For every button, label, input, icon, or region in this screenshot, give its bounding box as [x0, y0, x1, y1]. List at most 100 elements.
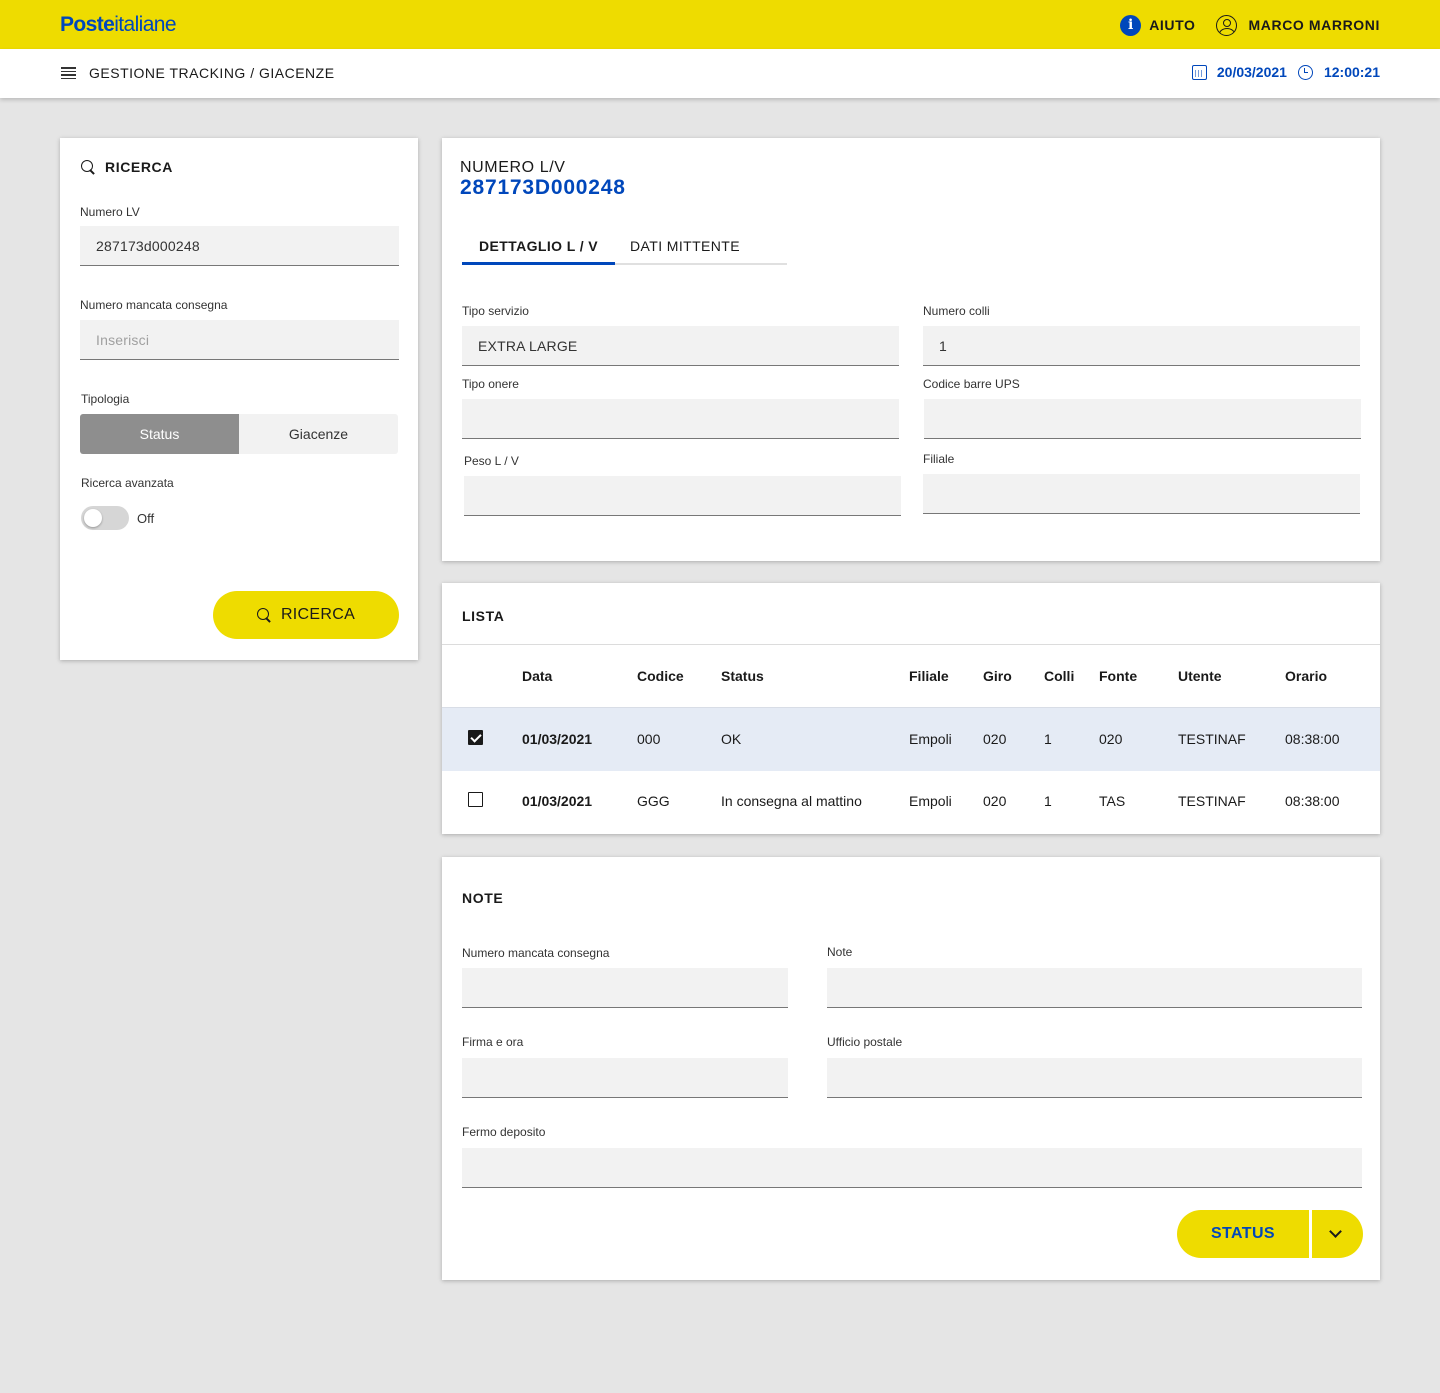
note-panel: NOTE Numero mancata consegna Note Firma … [442, 857, 1380, 1280]
cell-fonte: TAS [1099, 793, 1126, 809]
cell-giro: 020 [983, 793, 1007, 809]
ricerca-avanzata-label: Ricerca avanzata [81, 476, 174, 490]
row-checkbox[interactable] [468, 792, 483, 807]
cell-codice: GGG [637, 793, 670, 809]
info-icon[interactable]: i [1120, 14, 1142, 36]
numero-colli-field[interactable]: 1 [923, 326, 1360, 366]
codice-barre-label: Codice barre UPS [923, 377, 1020, 391]
column-header-orario[interactable]: Orario [1285, 645, 1380, 707]
detail-panel: NUMERO L/V 287173D000248 DETTAGLIO L / V… [442, 138, 1380, 561]
lista-table: Data Codice Status Filiale Giro Colli Fo… [442, 645, 1380, 831]
note-label: Note [827, 945, 853, 959]
column-header-filiale[interactable]: Filiale [909, 645, 983, 707]
tab-dettaglio-lv[interactable]: DETTAGLIO L / V [462, 226, 615, 266]
tipo-servizio-label: Tipo servizio [462, 304, 529, 318]
hamburger-menu-icon[interactable] [61, 67, 76, 79]
cell-data: 01/03/2021 [522, 793, 593, 809]
top-right-actions: i AIUTO MARCO MARRONI [1120, 14, 1380, 36]
numero-lv-label: Numero LV [80, 205, 140, 219]
cell-data: 01/03/2021 [522, 731, 593, 748]
row-checkbox-checked[interactable] [468, 730, 483, 746]
note-mancata-field[interactable] [462, 968, 788, 1008]
tipologia-label: Tipologia [81, 392, 130, 406]
search-icon [256, 607, 272, 623]
peso-label: Peso L / V [464, 454, 519, 468]
cell-colli: 1 [1044, 731, 1052, 748]
search-panel: RICERCA Numero LV 287173d000248 Numero m… [60, 138, 418, 660]
search-icon [81, 159, 96, 175]
tipo-servizio-field[interactable]: EXTRA LARGE [462, 326, 899, 366]
status-dropdown-toggle[interactable] [1312, 1210, 1363, 1258]
cell-fonte: 020 [1099, 731, 1123, 748]
ricerca-button[interactable]: RICERCA [213, 591, 399, 639]
current-date: 20/03/2021 [1216, 64, 1287, 80]
firma-ora-label: Firma e ora [462, 1035, 524, 1049]
user-name[interactable]: MARCO MARRONI [1249, 17, 1380, 33]
alarm-clock-icon [1297, 64, 1313, 80]
search-panel-title: RICERCA [105, 159, 173, 175]
tipologia-segmented-control: Status Giacenze [80, 414, 398, 454]
cell-utente: TESTINAF [1178, 793, 1246, 809]
table-row[interactable]: 01/03/2021 GGG In consegna al mattino Em… [442, 771, 1380, 831]
numero-colli-label: Numero colli [923, 304, 990, 318]
tipo-onere-label: Tipo onere [462, 377, 519, 391]
help-link[interactable]: AIUTO [1149, 17, 1195, 33]
status-button[interactable]: STATUS [1177, 1210, 1309, 1258]
column-header-fonte[interactable]: Fonte [1099, 645, 1178, 707]
date-time-display: 20/03/2021 12:00:21 [1191, 64, 1380, 80]
lista-panel: LISTA Data Codice Status Filiale Giro Co… [442, 583, 1380, 834]
sub-bar: GESTIONE TRACKING / GIACENZE 20/03/2021 … [0, 49, 1440, 98]
ufficio-postale-label: Ufficio postale [827, 1035, 903, 1049]
mancata-consegna-label: Numero mancata consegna [80, 298, 228, 312]
tab-dati-mittente[interactable]: DATI MITTENTE [615, 226, 755, 266]
column-header-data[interactable]: Data [522, 645, 637, 707]
filiale-field[interactable] [923, 474, 1360, 514]
mancata-consegna-input[interactable]: Inserisci [80, 320, 399, 360]
column-header-colli[interactable]: Colli [1044, 645, 1099, 707]
fermo-deposito-field[interactable] [462, 1148, 1362, 1188]
tipologia-status-option[interactable]: Status [80, 414, 239, 454]
fermo-deposito-label: Fermo deposito [462, 1125, 546, 1139]
cell-codice: 000 [637, 731, 661, 748]
cell-utente: TESTINAF [1178, 731, 1246, 748]
numero-lv-caption: NUMERO L/V [460, 159, 566, 176]
lista-title: LISTA [462, 608, 505, 624]
cell-colli: 1 [1044, 793, 1052, 809]
tipologia-giacenze-option[interactable]: Giacenze [239, 414, 398, 454]
breadcrumb: GESTIONE TRACKING / GIACENZE [89, 65, 335, 81]
cell-status: In consegna al mattino [721, 793, 862, 809]
cell-filiale: Empoli [909, 731, 952, 748]
status-split-button: STATUS [1177, 1210, 1363, 1258]
user-icon[interactable] [1215, 14, 1237, 36]
ufficio-postale-field[interactable] [827, 1058, 1362, 1098]
chevron-down-icon [1329, 1225, 1342, 1238]
note-mancata-label: Numero mancata consegna [462, 946, 610, 960]
column-header-status[interactable]: Status [721, 645, 909, 707]
tipo-onere-field[interactable] [462, 399, 899, 439]
codice-barre-field[interactable] [924, 399, 1361, 439]
select-column-header [442, 645, 522, 707]
firma-ora-field[interactable] [462, 1058, 788, 1098]
table-header-row: Data Codice Status Filiale Giro Colli Fo… [442, 645, 1380, 707]
table-row[interactable]: 01/03/2021 000 OK Empoli 020 1 020 TESTI… [442, 707, 1380, 771]
note-title: NOTE [462, 890, 504, 906]
peso-field[interactable] [464, 476, 901, 516]
poste-italiane-logo[interactable]: Posteitaliane [60, 13, 177, 37]
ricerca-button-label: RICERCA [280, 606, 356, 623]
numero-lv-input[interactable]: 287173d000248 [80, 226, 399, 266]
cell-filiale: Empoli [909, 793, 952, 809]
note-field[interactable] [827, 968, 1362, 1008]
current-time: 12:00:21 [1323, 64, 1380, 80]
column-header-giro[interactable]: Giro [983, 645, 1044, 707]
numero-lv-number: 287173D000248 [460, 176, 626, 199]
column-header-codice[interactable]: Codice [637, 645, 721, 707]
top-bar: Posteitaliane i AIUTO MARCO MARRONI [0, 0, 1440, 49]
cell-orario: 08:38:00 [1285, 731, 1340, 748]
cell-orario: 08:38:00 [1285, 793, 1340, 809]
filiale-label: Filiale [923, 452, 955, 466]
toggle-state-label: Off [137, 511, 155, 526]
column-header-utente[interactable]: Utente [1178, 645, 1285, 707]
cell-status: OK [721, 731, 742, 748]
cell-giro: 020 [983, 731, 1007, 748]
ricerca-avanzata-toggle[interactable] [81, 506, 129, 530]
